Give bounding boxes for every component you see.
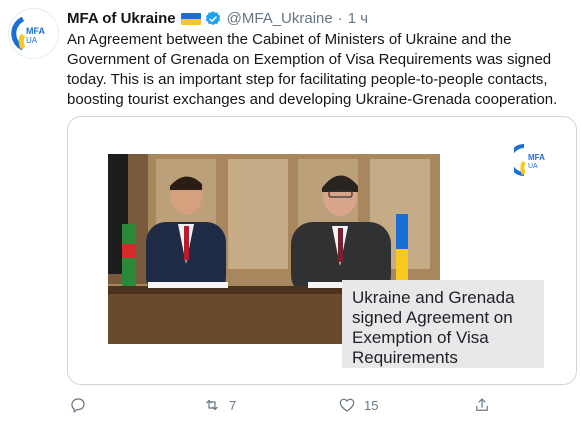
mfa-logo-icon: MFA UA	[11, 16, 45, 51]
separator-dot: ·	[337, 10, 343, 27]
retweet-button[interactable]: 7	[203, 394, 236, 416]
account-name[interactable]: MFA of Ukraine	[67, 9, 176, 29]
retweet-count: 7	[229, 397, 237, 413]
media-caption: Ukraine and Grenada signed Agreement on …	[352, 288, 515, 367]
tweet: MFA UA MFA of Ukraine @MFA_Ukraine · 1 ч…	[0, 0, 581, 429]
like-icon	[339, 398, 355, 412]
media-card[interactable]: MFA UA Ukraine and Grenada signed Agreem…	[67, 116, 577, 385]
action-bar: 7 15	[67, 394, 527, 416]
retweet-icon	[206, 399, 218, 411]
tweet-timestamp[interactable]: 1 ч	[348, 9, 368, 29]
tweet-header: MFA of Ukraine @MFA_Ukraine · 1 ч	[67, 9, 368, 29]
like-button[interactable]: 15	[338, 394, 378, 416]
mfa-watermark-icon: MFA UA	[514, 144, 545, 176]
ukraine-flag-icon	[180, 13, 201, 25]
verified-badge-icon	[205, 11, 220, 26]
reply-icon	[71, 398, 85, 413]
watermark-logo-text-ua: UA	[528, 163, 538, 170]
tweet-text: An Agreement between the Cabinet of Mini…	[67, 31, 558, 108]
avatar[interactable]: MFA UA	[8, 8, 59, 59]
avatar-logo-text-mfa: MFA	[26, 26, 45, 36]
like-count: 15	[364, 397, 379, 413]
account-handle[interactable]: @MFA_Ukraine	[227, 9, 333, 29]
caption-box: Ukraine and Grenada signed Agreement on …	[342, 280, 544, 368]
avatar-logo-text-ua: UA	[26, 36, 38, 45]
share-icon	[476, 398, 488, 411]
share-button[interactable]	[473, 394, 491, 416]
reply-button[interactable]	[69, 394, 95, 416]
watermark-logo-text-mfa: MFA	[528, 153, 545, 162]
